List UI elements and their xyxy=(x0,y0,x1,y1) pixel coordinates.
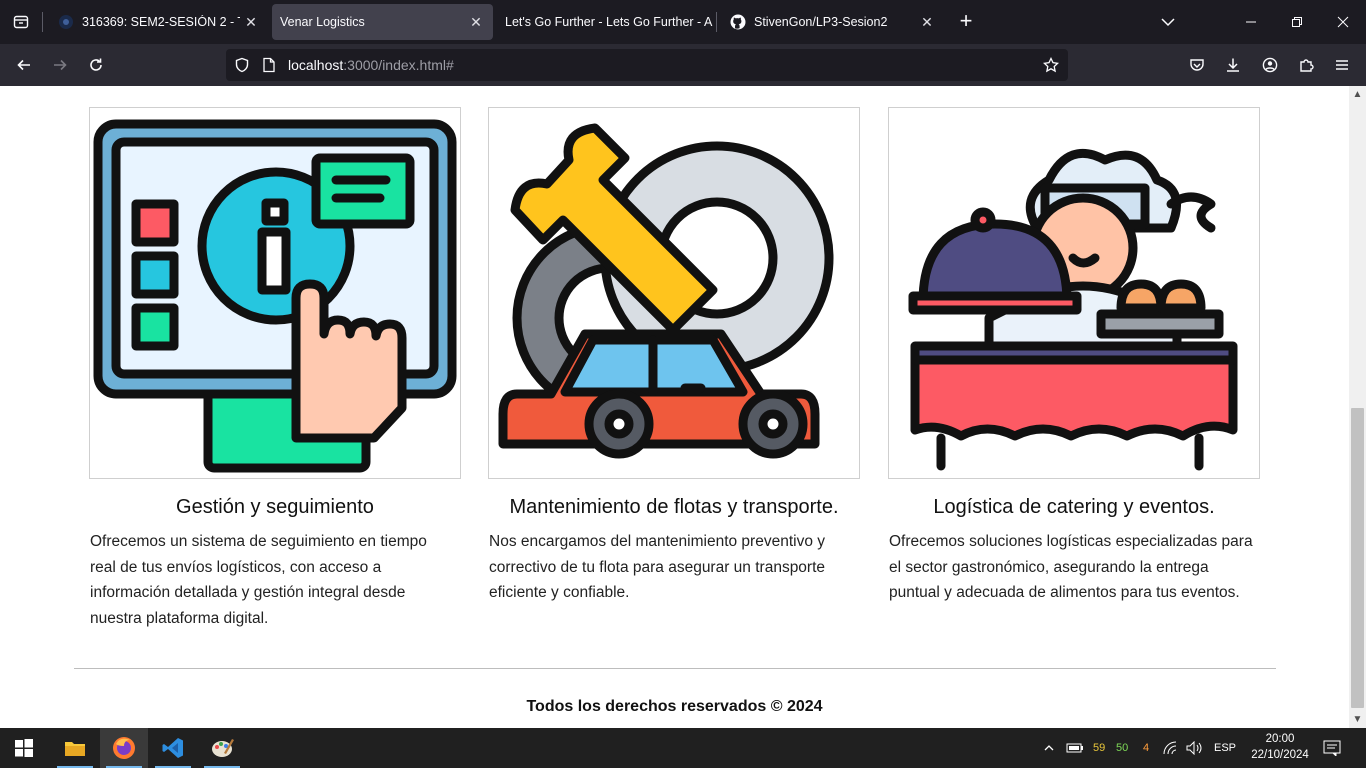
tab-separator xyxy=(716,12,717,32)
card-title: Logística de catering y eventos. xyxy=(933,496,1215,518)
catering-illustration xyxy=(888,107,1260,479)
url-path: :3000/index.html# xyxy=(343,57,454,73)
downloads-icon[interactable] xyxy=(1219,51,1247,79)
card-description: Ofrecemos soluciones logísticas especial… xyxy=(889,533,1253,602)
footer-copyright: Todos los derechos reservados © 2024 xyxy=(526,698,823,715)
card-description: Nos encargamos del mantenimiento prevent… xyxy=(489,533,826,602)
shield-icon[interactable] xyxy=(234,57,250,73)
vscode-icon[interactable] xyxy=(149,728,197,768)
footer-divider xyxy=(74,668,1276,669)
tab-title: Venar Logistics xyxy=(280,15,365,29)
close-tab-icon[interactable]: ✕ xyxy=(465,11,487,33)
tab-lets-go-further[interactable]: Let's Go Further - Lets Go Further - A xyxy=(497,4,715,40)
page-viewport: Servicios xyxy=(0,86,1349,728)
tab-strip: 316369: SEM2-SESIÓN 2 - TALLE ✕ Venar Lo… xyxy=(0,0,1366,44)
card-title: Mantenimiento de flotas y transporte. xyxy=(509,496,839,518)
show-hidden-icons-chevron-icon[interactable] xyxy=(1043,728,1055,768)
volume-icon[interactable] xyxy=(1186,728,1204,768)
clock-date: 22/10/2024 xyxy=(1251,749,1309,761)
forward-arrow-icon[interactable] xyxy=(46,51,74,79)
restore-window-icon[interactable] xyxy=(1274,0,1320,44)
clock-time: 20:00 xyxy=(1265,733,1295,745)
hamburger-menu-icon[interactable] xyxy=(1328,51,1356,79)
tab-title: StivenGon/LP3-Sesion2 xyxy=(754,15,888,29)
url-text[interactable]: localhost:3000/index.html# xyxy=(288,57,454,73)
chevron-down-icon[interactable] xyxy=(1158,12,1178,32)
tab-title: 316369: SEM2-SESIÓN 2 - TALLE xyxy=(82,15,240,29)
wifi-icon[interactable] xyxy=(1163,728,1179,768)
paint-app-icon[interactable] xyxy=(198,728,246,768)
tray-counter-yellow[interactable]: 59 xyxy=(1093,728,1105,768)
tab-title: Let's Go Further - Lets Go Further - A xyxy=(505,15,713,29)
github-icon xyxy=(730,14,746,30)
back-arrow-icon[interactable] xyxy=(10,51,38,79)
input-language[interactable]: ESP xyxy=(1214,728,1236,768)
address-bar[interactable]: localhost:3000/index.html# xyxy=(226,49,1068,81)
new-tab-plus-icon[interactable]: + xyxy=(954,10,978,34)
card-title: Gestión y seguimiento xyxy=(176,496,374,518)
windows-start-icon[interactable] xyxy=(0,728,48,768)
file-explorer-icon[interactable] xyxy=(51,728,99,768)
url-host: localhost xyxy=(288,57,344,73)
firefox-icon[interactable] xyxy=(100,728,148,768)
navigation-toolbar: localhost:3000/index.html# xyxy=(0,44,1366,86)
card-description: Ofrecemos un sistema de seguimiento en t… xyxy=(90,533,427,628)
tabs-list-icon xyxy=(13,15,29,29)
fleet-maintenance-illustration xyxy=(488,107,860,479)
tab-sesion2[interactable]: 316369: SEM2-SESIÓN 2 - TALLE ✕ xyxy=(50,4,268,40)
windows-taskbar: 59 50 4 ESP 20:00 22/10/2024 xyxy=(0,728,1366,768)
reload-icon[interactable] xyxy=(82,51,110,79)
scroll-down-icon[interactable]: ▼ xyxy=(1349,711,1366,728)
battery-icon[interactable] xyxy=(1066,728,1084,768)
pocket-icon[interactable] xyxy=(1183,51,1211,79)
account-icon[interactable] xyxy=(1256,51,1284,79)
section-title: Servicios xyxy=(0,86,1349,94)
tab-separator xyxy=(42,12,43,32)
close-window-icon[interactable] xyxy=(1320,0,1366,44)
list-all-tabs-button[interactable] xyxy=(8,8,34,36)
close-tab-icon[interactable]: ✕ xyxy=(916,11,938,33)
page-scrollbar[interactable]: ▲ ▼ xyxy=(1349,86,1366,728)
notifications-icon[interactable] xyxy=(1323,728,1341,768)
site-favicon-icon xyxy=(58,14,74,30)
close-tab-icon[interactable]: ✕ xyxy=(240,11,262,33)
scroll-up-icon[interactable]: ▲ xyxy=(1349,86,1366,103)
bookmark-star-icon[interactable] xyxy=(1042,56,1060,73)
page-icon[interactable] xyxy=(261,57,277,73)
extensions-icon[interactable] xyxy=(1292,51,1320,79)
tab-venar-logistics[interactable]: Venar Logistics ✕ xyxy=(272,4,493,40)
minimize-window-icon[interactable] xyxy=(1228,0,1274,44)
tab-github-repo[interactable]: StivenGon/LP3-Sesion2 ✕ xyxy=(722,4,944,40)
tray-counter-green[interactable]: 50 xyxy=(1116,728,1128,768)
tray-counter-orange[interactable]: 4 xyxy=(1143,728,1149,768)
tracking-illustration xyxy=(89,107,461,479)
system-clock[interactable]: 20:00 22/10/2024 xyxy=(1248,731,1312,763)
scrollbar-thumb[interactable] xyxy=(1351,408,1364,708)
